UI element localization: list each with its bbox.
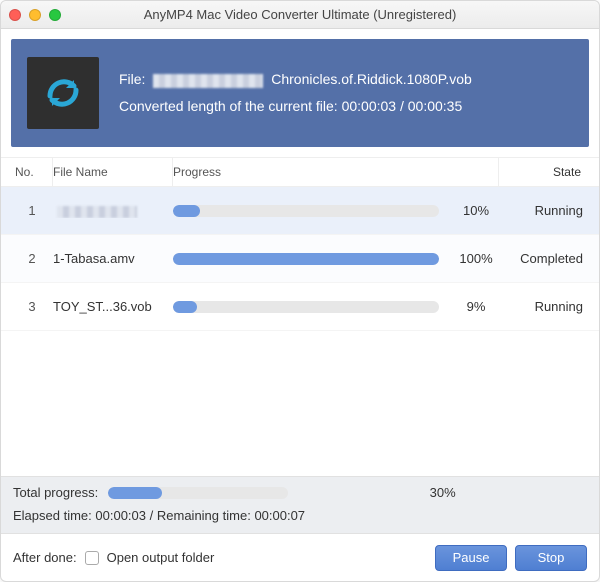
row-file-name [53, 203, 173, 218]
remaining-value: 00:00:07 [254, 508, 305, 523]
convert-icon [27, 57, 99, 129]
progress-percent: 100% [453, 251, 499, 266]
progress-percent: 10% [453, 203, 499, 218]
progress-fill [173, 301, 197, 313]
total-progress-percent: 30% [298, 485, 587, 500]
col-file-name: File Name [53, 165, 108, 179]
row-file-name: TOY_ST...36.vob [53, 299, 173, 314]
remaining-label: Remaining time: [157, 508, 251, 523]
progress-bar [173, 301, 439, 313]
total-progress-bar [108, 487, 288, 499]
row-progress: 10% [173, 203, 499, 218]
file-name-visible: Chronicles.of.Riddick.1080P.vob [271, 71, 472, 87]
row-no: 1 [11, 203, 53, 218]
traffic-lights [9, 9, 61, 21]
progress-bar [173, 205, 439, 217]
progress-percent: 9% [453, 299, 499, 314]
converted-length-elapsed: 00:00:03 [342, 98, 397, 114]
row-file-name: 1-Tabasa.amv [53, 251, 173, 266]
file-label: File: [119, 71, 145, 87]
close-icon[interactable] [9, 9, 21, 21]
conversion-banner: File: Chronicles.of.Riddick.1080P.vob Co… [11, 39, 589, 147]
totals-panel: Total progress: 30% Elapsed time: 00:00:… [1, 476, 599, 533]
time-sep: / [150, 508, 154, 523]
row-no: 2 [11, 251, 53, 266]
table-row[interactable]: 3TOY_ST...36.vob 9%Running [1, 283, 599, 331]
time-info: Elapsed time: 00:00:03 / Remaining time:… [13, 508, 587, 523]
app-window: AnyMP4 Mac Video Converter Ultimate (Unr… [0, 0, 600, 582]
col-state: State [553, 165, 581, 179]
row-progress: 9% [173, 299, 499, 314]
minimize-icon[interactable] [29, 9, 41, 21]
col-progress: Progress [173, 165, 221, 179]
zoom-icon[interactable] [49, 9, 61, 21]
converted-length-sep: / [400, 98, 404, 114]
table-row[interactable]: 1 10%Running [1, 187, 599, 235]
col-no: No. [15, 165, 34, 179]
elapsed-label: Elapsed time: [13, 508, 92, 523]
row-no: 3 [11, 299, 53, 314]
table-row[interactable]: 21-Tabasa.amv 100%Completed [1, 235, 599, 283]
table-header: No. File Name Progress State [1, 157, 599, 187]
converted-length-label: Converted length of the current file: [119, 98, 338, 114]
row-state: Completed [499, 251, 589, 266]
elapsed-value: 00:00:03 [95, 508, 146, 523]
progress-bar [173, 253, 439, 265]
pause-button[interactable]: Pause [435, 545, 507, 571]
total-progress-label: Total progress: [13, 485, 98, 500]
converted-length-total: 00:00:35 [408, 98, 463, 114]
stop-button[interactable]: Stop [515, 545, 587, 571]
table-body: 110%Running21-Tabasa.amv100%Completed3TO… [1, 187, 599, 331]
row-state: Running [499, 299, 589, 314]
progress-fill [173, 205, 200, 217]
file-name-obscured [153, 74, 263, 88]
row-progress: 100% [173, 251, 499, 266]
progress-fill [173, 253, 439, 265]
row-state: Running [499, 203, 589, 218]
window-title: AnyMP4 Mac Video Converter Ultimate (Unr… [1, 7, 599, 22]
titlebar: AnyMP4 Mac Video Converter Ultimate (Unr… [1, 1, 599, 29]
footer: After done: Open output folder Pause Sto… [1, 533, 599, 581]
open-output-folder-checkbox[interactable] [85, 551, 99, 565]
after-done-label: After done: [13, 550, 77, 565]
open-output-folder-label: Open output folder [107, 550, 215, 565]
total-progress-fill [108, 487, 162, 499]
banner-text: File: Chronicles.of.Riddick.1080P.vob Co… [119, 66, 472, 119]
file-name-obscured [57, 206, 137, 218]
spacer [1, 331, 599, 476]
